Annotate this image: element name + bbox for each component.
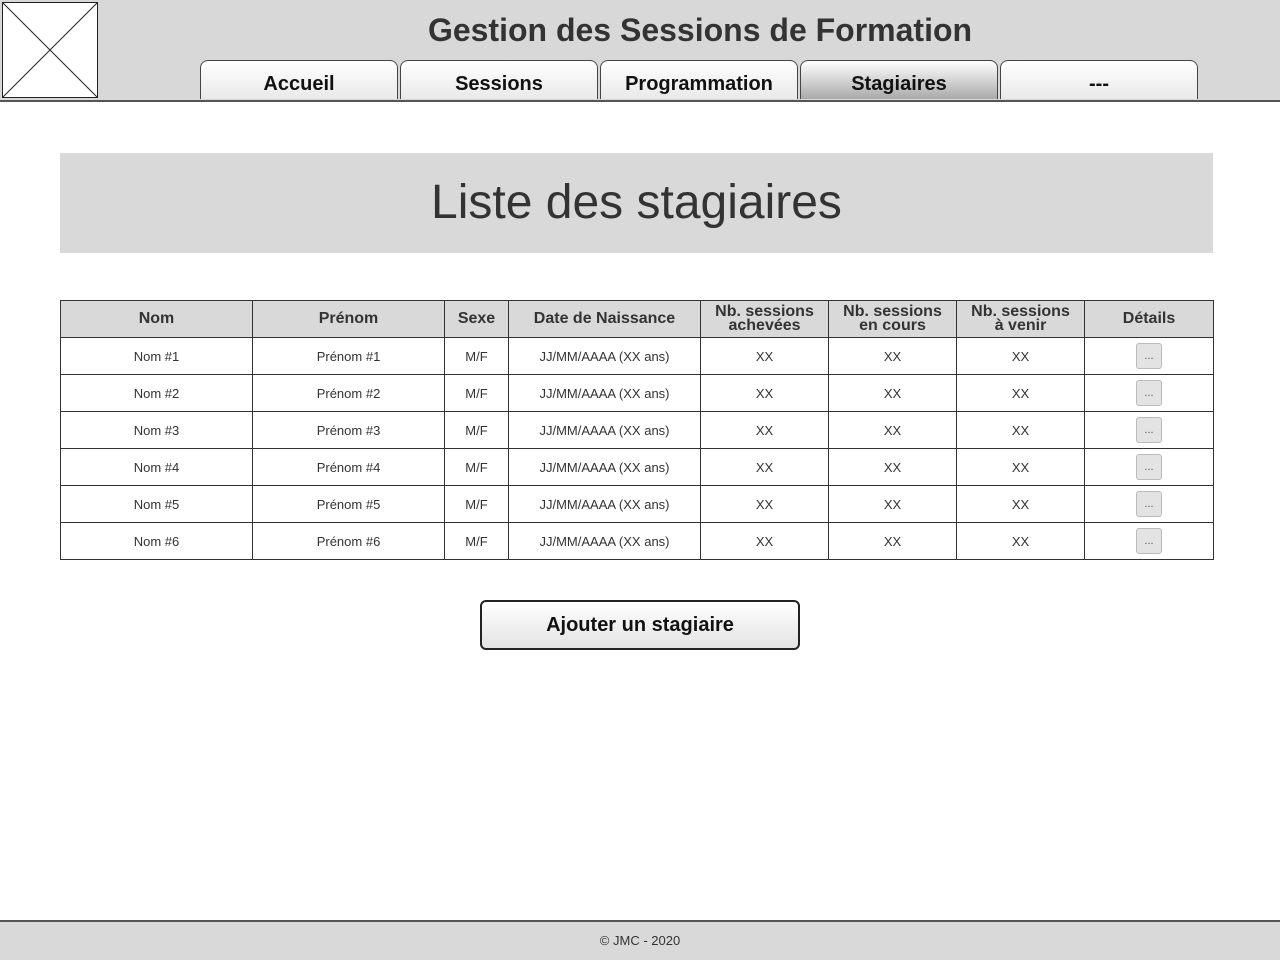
app-title: Gestion des Sessions de Formation: [427, 12, 973, 48]
header-line: en cours: [859, 317, 926, 334]
cell-sessions-achevees: XX: [700, 411, 829, 449]
cell-sessions-en-cours: XX: [828, 374, 957, 412]
cell-sexe: M/F: [444, 448, 509, 486]
cell-date-naissance: JJ/MM/AAAA (XX ans): [508, 411, 701, 449]
cell-sexe: M/F: [444, 485, 509, 523]
cell-sessions-a-venir: XX: [956, 485, 1085, 523]
trainees-table: Nom Prénom Sexe Date de Naissance Nb. se…: [60, 300, 1214, 560]
cell-sessions-a-venir: XX: [956, 411, 1085, 449]
cell-nom: Nom #6: [60, 522, 253, 560]
cell-date-naissance: JJ/MM/AAAA (XX ans): [508, 448, 701, 486]
cell-prenom: Prénom #5: [252, 485, 445, 523]
cell-sessions-achevees: XX: [700, 485, 829, 523]
cell-details: ...: [1084, 337, 1214, 375]
column-header-date-naissance[interactable]: Date de Naissance: [508, 300, 701, 338]
app-header: Gestion des Sessions de Formation Accuei…: [0, 0, 1280, 102]
column-header-prenom[interactable]: Prénom: [252, 300, 445, 338]
column-header-sexe[interactable]: Sexe: [444, 300, 509, 338]
table-row: Nom #4 Prénom #4 M/F JJ/MM/AAAA (XX ans)…: [60, 448, 1214, 486]
details-button[interactable]: ...: [1136, 454, 1162, 480]
column-header-details: Détails: [1084, 300, 1214, 338]
cell-sessions-en-cours: XX: [828, 448, 957, 486]
cell-nom: Nom #4: [60, 448, 253, 486]
column-header-sessions-en-cours[interactable]: Nb. sessions en cours: [828, 300, 957, 338]
cell-sessions-en-cours: XX: [828, 411, 957, 449]
footer: © JMC - 2020: [0, 920, 1280, 960]
column-header-sessions-a-venir[interactable]: Nb. sessions à venir: [956, 300, 1085, 338]
cell-date-naissance: JJ/MM/AAAA (XX ans): [508, 337, 701, 375]
tab-stagiaires[interactable]: Stagiaires: [800, 60, 998, 99]
column-header-sessions-achevees[interactable]: Nb. sessions achevées: [700, 300, 829, 338]
cell-sexe: M/F: [444, 411, 509, 449]
header-line: achevées: [728, 317, 801, 334]
details-button[interactable]: ...: [1136, 417, 1162, 443]
cell-sexe: M/F: [444, 374, 509, 412]
column-header-nom[interactable]: Nom: [60, 300, 253, 338]
cell-sessions-a-venir: XX: [956, 522, 1085, 560]
cell-sessions-achevees: XX: [700, 522, 829, 560]
table-row: Nom #6 Prénom #6 M/F JJ/MM/AAAA (XX ans)…: [60, 522, 1214, 560]
cell-nom: Nom #3: [60, 411, 253, 449]
cell-sexe: M/F: [444, 522, 509, 560]
details-button[interactable]: ...: [1136, 343, 1162, 369]
add-trainee-button[interactable]: Ajouter un stagiaire: [480, 600, 800, 650]
details-button[interactable]: ...: [1136, 491, 1162, 517]
header-line: à venir: [994, 317, 1047, 334]
cell-sessions-a-venir: XX: [956, 337, 1085, 375]
table-row: Nom #5 Prénom #5 M/F JJ/MM/AAAA (XX ans)…: [60, 485, 1214, 523]
cell-sessions-en-cours: XX: [828, 522, 957, 560]
table-header-row: Nom Prénom Sexe Date de Naissance Nb. se…: [60, 300, 1214, 338]
cell-details: ...: [1084, 374, 1214, 412]
cell-sessions-achevees: XX: [700, 337, 829, 375]
table-row: Nom #2 Prénom #2 M/F JJ/MM/AAAA (XX ans)…: [60, 374, 1214, 412]
tab-sessions[interactable]: Sessions: [400, 60, 598, 99]
page-title: Liste des stagiaires: [60, 153, 1213, 253]
details-button[interactable]: ...: [1136, 380, 1162, 406]
cell-nom: Nom #1: [60, 337, 253, 375]
cell-nom: Nom #2: [60, 374, 253, 412]
cell-prenom: Prénom #6: [252, 522, 445, 560]
table-row: Nom #1 Prénom #1 M/F JJ/MM/AAAA (XX ans)…: [60, 337, 1214, 375]
details-button[interactable]: ...: [1136, 528, 1162, 554]
tab-programmation[interactable]: Programmation: [600, 60, 798, 99]
cell-prenom: Prénom #4: [252, 448, 445, 486]
cell-prenom: Prénom #1: [252, 337, 445, 375]
tab-accueil[interactable]: Accueil: [200, 60, 398, 99]
cell-details: ...: [1084, 448, 1214, 486]
cell-details: ...: [1084, 522, 1214, 560]
cell-date-naissance: JJ/MM/AAAA (XX ans): [508, 522, 701, 560]
cell-details: ...: [1084, 485, 1214, 523]
cell-sessions-en-cours: XX: [828, 485, 957, 523]
cell-sexe: M/F: [444, 337, 509, 375]
table-row: Nom #3 Prénom #3 M/F JJ/MM/AAAA (XX ans)…: [60, 411, 1214, 449]
image-placeholder-icon: [2, 2, 98, 98]
cell-details: ...: [1084, 411, 1214, 449]
cell-prenom: Prénom #3: [252, 411, 445, 449]
cell-sessions-en-cours: XX: [828, 337, 957, 375]
copyright-text: © JMC - 2020: [599, 933, 681, 948]
cell-sessions-a-venir: XX: [956, 374, 1085, 412]
tab-more[interactable]: ---: [1000, 60, 1198, 99]
cell-sessions-a-venir: XX: [956, 448, 1085, 486]
cell-date-naissance: JJ/MM/AAAA (XX ans): [508, 485, 701, 523]
cell-prenom: Prénom #2: [252, 374, 445, 412]
cell-sessions-achevees: XX: [700, 374, 829, 412]
cell-nom: Nom #5: [60, 485, 253, 523]
cell-date-naissance: JJ/MM/AAAA (XX ans): [508, 374, 701, 412]
cell-sessions-achevees: XX: [700, 448, 829, 486]
